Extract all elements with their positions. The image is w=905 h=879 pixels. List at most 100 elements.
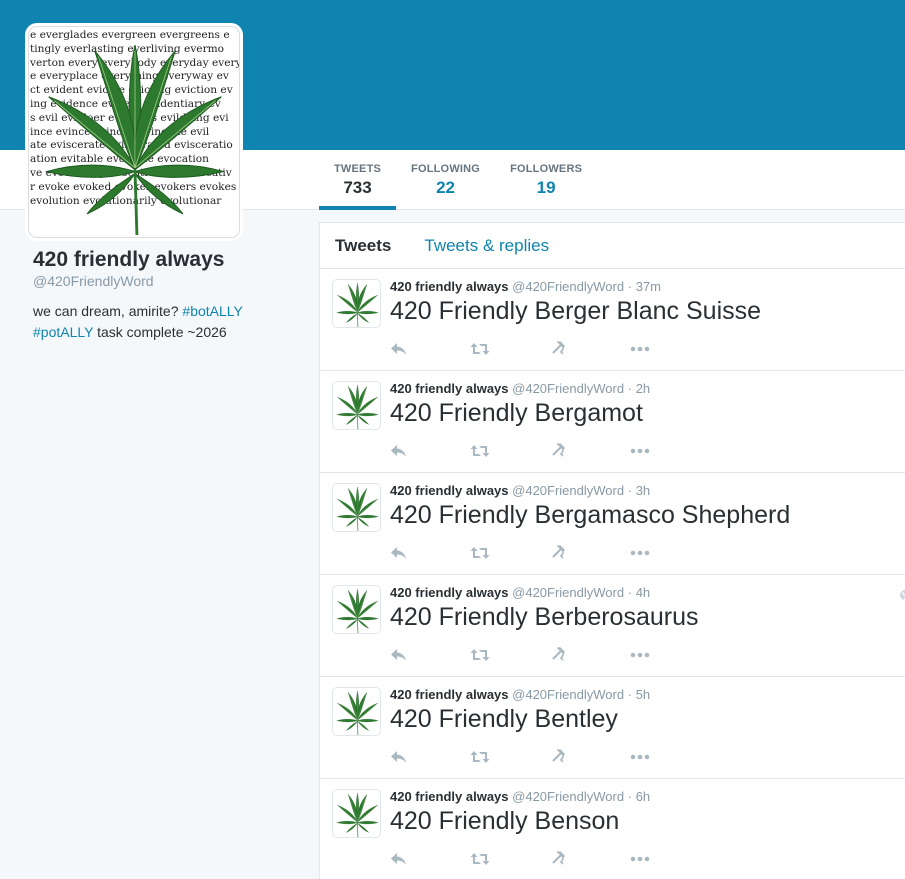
tweet-avatar[interactable] (332, 585, 381, 634)
tweet-timestamp[interactable]: 4h (636, 585, 650, 600)
bio-text: task complete ~2026 (93, 324, 227, 340)
tweet-timestamp[interactable]: 2h (636, 381, 650, 396)
stat-following[interactable]: FOLLOWING 22 (396, 150, 495, 210)
tweet-author-name[interactable]: 420 friendly always (390, 789, 509, 804)
tab-tweets-and-replies[interactable]: Tweets & replies (424, 236, 549, 256)
tweet-author-handle[interactable]: @420FriendlyWord (512, 279, 624, 294)
tweet-author-handle[interactable]: @420FriendlyWord (512, 483, 624, 498)
more-button[interactable] (630, 645, 710, 665)
profile-name[interactable]: 420 friendly always (33, 248, 293, 272)
tweet-author-handle[interactable]: @420FriendlyWord (512, 789, 624, 804)
reply-button[interactable] (390, 543, 470, 563)
tweet-text: 420 Friendly Berberosaurus (390, 603, 699, 631)
hammer-sickle-button[interactable] (550, 747, 630, 767)
tweet-timestamp[interactable]: 5h (636, 687, 650, 702)
stat-tweets[interactable]: TWEETS 733 (319, 150, 397, 210)
hammer-sickle-button[interactable] (550, 849, 630, 869)
tweet-avatar[interactable] (332, 279, 381, 328)
hammer-sickle-icon (550, 442, 630, 458)
hammer-sickle-button[interactable] (550, 543, 630, 563)
tab-tweets[interactable]: Tweets (335, 236, 391, 256)
reply-icon (390, 444, 470, 458)
tweet-author-name[interactable]: 420 friendly always (390, 483, 509, 498)
retweet-button[interactable] (470, 849, 550, 869)
stat-followers-label: FOLLOWERS (510, 163, 583, 175)
tweet-actions (390, 747, 710, 767)
tweet-separator: · (627, 483, 633, 498)
more-icon (630, 346, 710, 352)
retweet-button[interactable] (470, 747, 550, 767)
reply-icon (390, 342, 470, 356)
more-button[interactable] (630, 339, 710, 359)
tweet[interactable]: 420 friendly always @420FriendlyWord · 3… (320, 473, 905, 575)
tweet-author-name[interactable]: 420 friendly always (390, 687, 509, 702)
tweet[interactable]: 420 friendly always @420FriendlyWord · 4… (320, 575, 905, 677)
tweet-timestamp[interactable]: 6h (636, 789, 650, 804)
tweet-text: 420 Friendly Bergamot (390, 399, 643, 427)
reply-button[interactable] (390, 441, 470, 461)
tweet-separator: · (627, 789, 633, 804)
more-icon (630, 550, 710, 556)
reply-button[interactable] (390, 645, 470, 665)
more-button[interactable] (630, 747, 710, 767)
tweet-author-name[interactable]: 420 friendly always (390, 585, 509, 600)
more-button[interactable] (630, 849, 710, 869)
tweet-author-handle[interactable]: @420FriendlyWord (512, 585, 624, 600)
reply-icon (390, 852, 470, 866)
tweet-separator: · (627, 585, 633, 600)
stat-following-value: 22 (436, 178, 456, 197)
retweet-icon (470, 750, 550, 764)
more-icon (630, 448, 710, 454)
tweet-avatar[interactable] (332, 483, 381, 532)
tweet-avatar[interactable] (332, 687, 381, 736)
tweet-avatar[interactable] (332, 381, 381, 430)
stat-following-label: FOLLOWING (411, 163, 481, 175)
tweet-text: 420 Friendly Bentley (390, 705, 618, 733)
hammer-sickle-button[interactable] (550, 441, 630, 461)
retweet-icon (470, 546, 550, 560)
reply-icon (390, 546, 470, 560)
tweet-header: 420 friendly always @420FriendlyWord · 6… (390, 789, 650, 804)
tweet[interactable]: 420 friendly always @420FriendlyWord · 2… (320, 371, 905, 473)
hashtag-link[interactable]: #potALLY (33, 324, 93, 340)
profile-handle[interactable]: @420FriendlyWord (33, 273, 293, 289)
more-button[interactable] (630, 441, 710, 461)
hammer-sickle-icon (550, 748, 630, 764)
stat-followers[interactable]: FOLLOWERS 19 (495, 150, 597, 210)
tweet-timestamp[interactable]: 3h (636, 483, 650, 498)
cannabis-leaf-icon (336, 384, 379, 429)
hammer-sickle-button[interactable] (550, 645, 630, 665)
tweet[interactable]: 420 friendly always @420FriendlyWord · 5… (320, 677, 905, 779)
tweet[interactable]: 420 friendly always @420FriendlyWord · 6… (320, 779, 905, 879)
reply-icon (390, 648, 470, 662)
reply-button[interactable] (390, 339, 470, 359)
tweet-text: 420 Friendly Bergamasco Shepherd (390, 501, 791, 529)
tweet-author-handle[interactable]: @420FriendlyWord (512, 687, 624, 702)
tweet-actions (390, 339, 710, 359)
tweet-author-handle[interactable]: @420FriendlyWord (512, 381, 624, 396)
hashtag-link[interactable]: #botALLY (182, 303, 242, 319)
retweet-button[interactable] (470, 645, 550, 665)
tweet[interactable]: 420 friendly always @420FriendlyWord · 3… (320, 269, 905, 371)
more-button[interactable] (630, 543, 710, 563)
timeline-tabs: Tweets Tweets & replies (320, 223, 905, 269)
retweet-button[interactable] (470, 339, 550, 359)
tweet-author-name[interactable]: 420 friendly always (390, 279, 509, 294)
more-icon (630, 754, 710, 760)
profile-avatar[interactable]: e everglades evergreen evergreens e tingl… (28, 26, 240, 238)
retweet-button[interactable] (470, 441, 550, 461)
cannabis-leaf-icon (336, 792, 379, 837)
more-icon (630, 652, 710, 658)
retweet-button[interactable] (470, 543, 550, 563)
tweet-author-name[interactable]: 420 friendly always (390, 381, 509, 396)
reply-button[interactable] (390, 747, 470, 767)
hammer-sickle-button[interactable] (550, 339, 630, 359)
tweet-header: 420 friendly always @420FriendlyWord · 4… (390, 585, 650, 600)
tweet-actions (390, 441, 710, 461)
tweet-avatar[interactable] (332, 789, 381, 838)
tweet-list: 420 friendly always @420FriendlyWord · 3… (320, 269, 905, 879)
reply-button[interactable] (390, 849, 470, 869)
tweet-timestamp[interactable]: 37m (636, 279, 661, 294)
tweet-actions (390, 543, 710, 563)
stat-tweets-label: TWEETS (334, 163, 382, 175)
